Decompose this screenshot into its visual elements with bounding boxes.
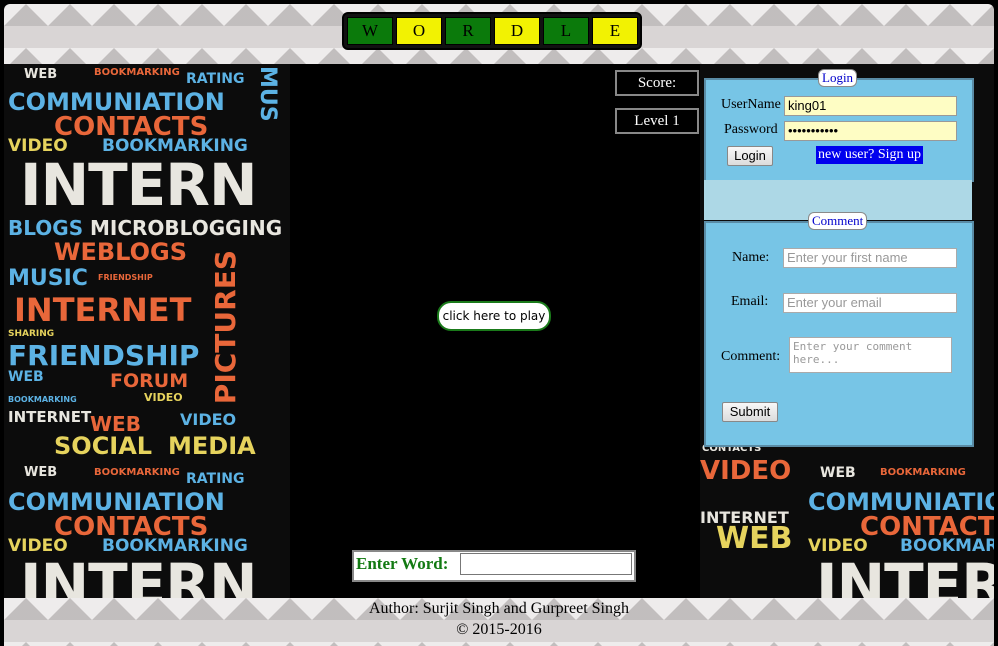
collage-word: MEDIA bbox=[168, 432, 256, 460]
collage-word: COMMUNIATION bbox=[808, 488, 994, 516]
login-legend: Login bbox=[818, 69, 858, 87]
comment-label: Comment: bbox=[721, 349, 781, 364]
collage-word: MUSIC bbox=[8, 266, 88, 291]
title-tile-r: R bbox=[445, 17, 491, 45]
comment-legend: Comment bbox=[808, 212, 868, 230]
title-tile-d: D bbox=[494, 17, 540, 45]
collage-word: FRIENDSHIP bbox=[98, 273, 153, 282]
enter-word-label: Enter Word: bbox=[356, 554, 449, 573]
collage-word: BLOGS bbox=[8, 216, 84, 240]
collage-word: BOOKMARKING bbox=[94, 467, 180, 478]
email-field[interactable]: Enter your email bbox=[783, 293, 957, 313]
collage-word: VIDEO bbox=[144, 391, 183, 404]
username-label: UserName bbox=[721, 97, 781, 112]
collage-word: INTERN bbox=[816, 551, 994, 598]
submit-button[interactable]: Submit bbox=[722, 402, 778, 422]
collage-word: INTERNET bbox=[14, 291, 192, 329]
collage-word: MICROBLOGGING bbox=[90, 216, 283, 240]
name-field[interactable]: Enter your first name bbox=[783, 248, 957, 268]
score-display: Score: bbox=[615, 70, 699, 96]
collage-word: MUS bbox=[255, 66, 280, 122]
collage-word: INTERN bbox=[20, 151, 258, 219]
title-tile-l: L bbox=[543, 17, 589, 45]
collage-word: WEBLOGS bbox=[54, 238, 187, 266]
collage-word: SOCIAL bbox=[54, 432, 153, 460]
collage-word: RATING bbox=[186, 71, 245, 87]
collage-word: WEB bbox=[8, 369, 44, 385]
collage-word: VIDEO bbox=[180, 410, 237, 429]
collage-word: WEB bbox=[90, 412, 141, 436]
author-credit: Author: Surjit Singh and Gurpreet Singh bbox=[369, 600, 629, 617]
name-label: Name: bbox=[732, 250, 770, 265]
enter-word-input[interactable] bbox=[460, 553, 632, 575]
title-tile-w: W bbox=[347, 17, 393, 45]
collage-word: WEB bbox=[820, 465, 856, 481]
password-label: Password bbox=[724, 122, 778, 137]
level-display: Level 1 bbox=[615, 108, 699, 134]
collage-word: WEB bbox=[24, 465, 58, 480]
game-area bbox=[290, 64, 700, 598]
enter-word-box: Enter Word: bbox=[352, 550, 636, 582]
collage-word: INTERNET bbox=[8, 408, 92, 426]
play-button[interactable]: click here to play bbox=[437, 301, 551, 331]
password-field[interactable]: ••••••••••• bbox=[784, 121, 957, 141]
copyright: © 2015-2016 bbox=[456, 621, 542, 638]
signup-link[interactable]: new user? Sign up bbox=[816, 146, 924, 164]
username-field[interactable]: king01 bbox=[784, 96, 957, 116]
email-label: Email: bbox=[731, 294, 769, 309]
login-button[interactable]: Login bbox=[727, 146, 773, 166]
collage-word: SHARING bbox=[8, 329, 55, 339]
title-tile-o: O bbox=[396, 17, 442, 45]
collage-word: INTERN bbox=[20, 551, 258, 598]
collage-word: COMMUNIATION bbox=[8, 488, 225, 516]
collage-word: RATING bbox=[186, 471, 245, 487]
collage-word: VIDEO bbox=[700, 456, 792, 486]
collage-word: BOOKMARKING bbox=[880, 467, 966, 478]
wordle-title: W O R D L E bbox=[342, 12, 642, 50]
collage-word: BOOKMARKING bbox=[94, 67, 180, 78]
left-background-collage: WEB BOOKMARKING RATING COMMUNIATION MUS … bbox=[4, 64, 290, 598]
collage-word: COMMUNIATION bbox=[8, 88, 225, 116]
collage-word: PICTURES bbox=[209, 250, 242, 405]
collage-word: FRIENDSHIP bbox=[8, 339, 200, 372]
collage-word: BOOKMARKING bbox=[8, 395, 77, 404]
comment-textarea[interactable]: Enter your comment here... bbox=[789, 337, 952, 373]
title-tile-e: E bbox=[592, 17, 638, 45]
collage-word: WEB bbox=[24, 67, 58, 82]
collage-word: FORUM bbox=[110, 370, 189, 392]
collage-word: WEB bbox=[716, 521, 793, 556]
